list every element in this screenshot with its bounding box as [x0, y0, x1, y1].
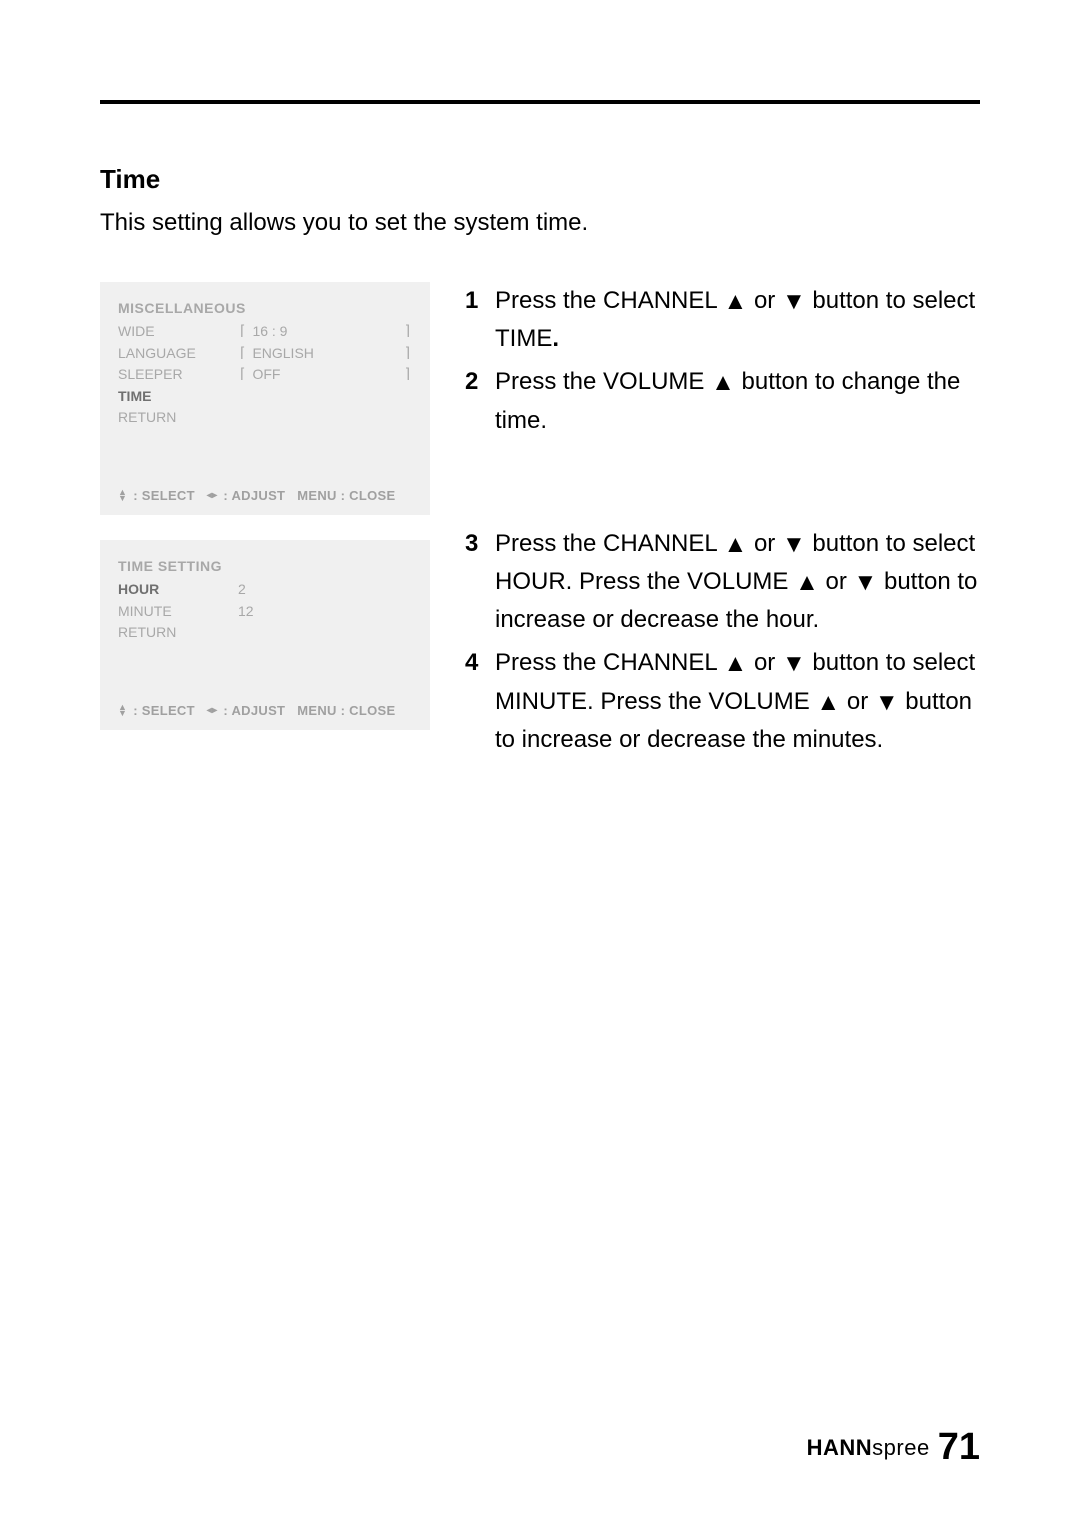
- osd-label-active: TIME: [118, 387, 238, 407]
- osd-footer-menu: MENU : CLOSE: [297, 703, 395, 718]
- osd-title: TIME SETTING: [118, 558, 412, 574]
- osd-row-time: TIME: [118, 387, 412, 407]
- osd-row-minute: MINUTE 12: [118, 602, 412, 622]
- step-text: Press the CHANNEL ▲ or ▼ button to selec…: [495, 644, 980, 758]
- osd-label: RETURN: [118, 623, 238, 643]
- page-number: 71: [938, 1426, 980, 1468]
- osd-label-active: HOUR: [118, 580, 238, 600]
- osd-label: RETURN: [118, 408, 238, 428]
- osd-miscellaneous: MISCELLANEOUS WIDE ⌈ 16 : 9 ⌉ LANGUAGE ⌈…: [100, 282, 430, 515]
- down-triangle-icon: ▼: [854, 564, 878, 601]
- osd-row-language: LANGUAGE ⌈ ENGLISH ⌉: [118, 344, 412, 364]
- step-3: 3 Press the CHANNEL ▲ or ▼ button to sel…: [465, 525, 980, 639]
- osd-title: MISCELLANEOUS: [118, 300, 412, 316]
- up-triangle-icon: ▲: [724, 526, 748, 563]
- bracket-right-icon: ⌉: [404, 344, 412, 364]
- osd-footer-menu: MENU : CLOSE: [297, 488, 395, 503]
- osd-value: 2: [238, 580, 246, 600]
- step-text: Press the VOLUME ▲ button to change the …: [495, 363, 980, 438]
- bracket-left-icon: ⌈: [238, 344, 246, 364]
- section-description: This setting allows you to set the syste…: [100, 209, 980, 237]
- bracket-left-icon: ⌈: [238, 322, 246, 342]
- osd-footer-adjust: : ADJUST: [223, 488, 285, 503]
- step-number: 2: [465, 363, 495, 438]
- osd-footer-select: : SELECT: [133, 488, 195, 503]
- osd-row-sleeper: SLEEPER ⌈ OFF ⌉: [118, 365, 412, 385]
- up-down-icon: ▲▼: [118, 489, 127, 501]
- horizontal-rule: [100, 100, 980, 104]
- up-triangle-icon: ▲: [711, 364, 735, 401]
- step-2: 2 Press the VOLUME ▲ button to change th…: [465, 363, 980, 438]
- bracket-right-icon: ⌉: [404, 322, 412, 342]
- up-down-icon: ▲▼: [118, 704, 127, 716]
- osd-row-return: RETURN: [118, 408, 412, 428]
- osd-row-hour: HOUR 2: [118, 580, 412, 600]
- left-right-icon: ◂▸: [207, 705, 218, 716]
- osd-value: OFF: [252, 365, 280, 385]
- down-triangle-icon: ▼: [782, 283, 806, 320]
- osd-label: LANGUAGE: [118, 344, 238, 364]
- osd-label: WIDE: [118, 322, 238, 342]
- osd-label: SLEEPER: [118, 365, 238, 385]
- step-number: 3: [465, 525, 495, 639]
- up-triangle-icon: ▲: [816, 684, 840, 721]
- up-triangle-icon: ▲: [724, 645, 748, 682]
- brand-bold: HANN: [807, 1435, 873, 1460]
- osd-value: 16 : 9: [252, 322, 287, 342]
- osd-footer-select: : SELECT: [133, 703, 195, 718]
- osd-value: ENGLISH: [252, 344, 313, 364]
- brand-light: spree: [872, 1435, 930, 1460]
- step-4: 4 Press the CHANNEL ▲ or ▼ button to sel…: [465, 644, 980, 758]
- instruction-steps: 1 Press the CHANNEL ▲ or ▼ button to sel…: [465, 282, 980, 758]
- osd-time-setting: TIME SETTING HOUR 2 MINUTE 12 RETURN ▲▼ …: [100, 540, 430, 730]
- down-triangle-icon: ▼: [875, 684, 899, 721]
- osd-footer-adjust: : ADJUST: [223, 703, 285, 718]
- bracket-left-icon: ⌈: [238, 365, 246, 385]
- down-triangle-icon: ▼: [782, 526, 806, 563]
- osd-value: 12: [238, 602, 254, 622]
- step-text: Press the CHANNEL ▲ or ▼ button to selec…: [495, 282, 980, 357]
- step-1: 1 Press the CHANNEL ▲ or ▼ button to sel…: [465, 282, 980, 357]
- up-triangle-icon: ▲: [795, 564, 819, 601]
- osd-row-wide: WIDE ⌈ 16 : 9 ⌉: [118, 322, 412, 342]
- step-number: 4: [465, 644, 495, 758]
- osd-label: MINUTE: [118, 602, 238, 622]
- down-triangle-icon: ▼: [782, 645, 806, 682]
- section-title: Time: [100, 164, 980, 195]
- osd-footer: ▲▼ : SELECT ◂▸ : ADJUST MENU : CLOSE: [118, 703, 412, 718]
- bracket-right-icon: ⌉: [404, 365, 412, 385]
- step-text: Press the CHANNEL ▲ or ▼ button to selec…: [495, 525, 980, 639]
- osd-footer: ▲▼ : SELECT ◂▸ : ADJUST MENU : CLOSE: [118, 488, 412, 503]
- page-footer: HANNspree 71: [807, 1426, 980, 1469]
- left-right-icon: ◂▸: [207, 490, 218, 501]
- step-number: 1: [465, 282, 495, 357]
- osd-row-return: RETURN: [118, 623, 412, 643]
- up-triangle-icon: ▲: [724, 283, 748, 320]
